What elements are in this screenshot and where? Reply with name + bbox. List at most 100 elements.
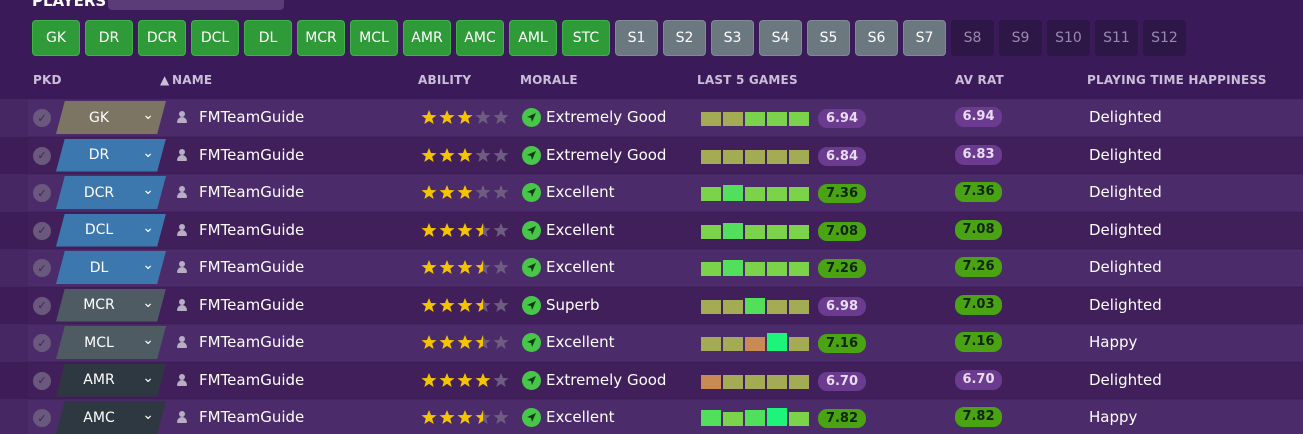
position-button-stc[interactable]: STC: [562, 20, 610, 56]
player-row[interactable]: ✓ DR ⌄ FMTeamGuide Extremely Good 6.84 6.83 Del…: [0, 136, 1303, 174]
position-label: DR: [88, 147, 110, 163]
chevron-down-icon: ⌄: [142, 369, 154, 386]
pick-check-icon[interactable]: ✓: [33, 146, 51, 165]
game-rating-bar: [723, 299, 743, 314]
star-icon: [421, 410, 437, 424]
position-dropdown[interactable]: MCR ⌄: [56, 288, 166, 322]
position-button-s7[interactable]: S7: [903, 20, 946, 56]
position-dropdown[interactable]: MCL ⌄: [56, 326, 166, 359]
player-row[interactable]: ✓ DCL ⌄ FMTeamGuide Excellent 7.08 7.08 Delight…: [0, 211, 1303, 249]
position-dropdown[interactable]: DCL ⌄: [56, 213, 166, 247]
player-name[interactable]: FMTeamGuide: [199, 146, 304, 164]
pick-check-icon[interactable]: ✓: [33, 296, 51, 315]
player-name[interactable]: FMTeamGuide: [199, 183, 304, 201]
position-button-s4[interactable]: S4: [759, 20, 802, 56]
chevron-down-icon: ⌄: [142, 332, 154, 348]
position-button-mcl[interactable]: MCL: [350, 20, 398, 56]
player-name[interactable]: FMTeamGuide: [199, 221, 304, 239]
player-row[interactable]: ✓ GK ⌄ FMTeamGuide Extremely Good 6.94 6.94 Del…: [0, 99, 1303, 137]
star-icon: [421, 372, 437, 387]
morale-arrow-icon: [522, 145, 541, 165]
pick-check-icon[interactable]: ✓: [33, 221, 51, 240]
position-button-s5[interactable]: S5: [807, 20, 850, 56]
position-button-aml[interactable]: AML: [509, 20, 557, 56]
position-button-dcr[interactable]: DCR: [138, 20, 186, 56]
position-button-dr[interactable]: DR: [85, 20, 133, 56]
game-rating-bar: [767, 374, 787, 389]
position-button-s6[interactable]: S6: [855, 20, 898, 56]
game-rating-bar: [767, 262, 787, 276]
position-dropdown[interactable]: DCR ⌄: [56, 176, 166, 209]
position-button-s12[interactable]: S12: [1143, 20, 1186, 56]
pick-check-icon[interactable]: ✓: [33, 409, 51, 427]
ability-stars: [421, 297, 511, 313]
pick-check-icon[interactable]: ✓: [33, 184, 51, 202]
pick-check-icon[interactable]: ✓: [33, 371, 51, 390]
star-icon: [421, 297, 437, 312]
player-row[interactable]: ✓ DCR ⌄ FMTeamGuide Excellent 7.36 7.36 Delight…: [0, 174, 1303, 212]
position-dropdown[interactable]: DR ⌄: [56, 138, 166, 172]
star-icon: [457, 410, 473, 424]
view-selector[interactable]: [108, 0, 284, 10]
position-button-s3[interactable]: S3: [711, 20, 754, 56]
col-avrat[interactable]: AV RAT: [955, 73, 1004, 87]
morale-text: Excellent: [546, 333, 615, 351]
star-icon: [421, 147, 437, 162]
pick-check-icon[interactable]: ✓: [33, 334, 51, 352]
player-row[interactable]: ✓ DL ⌄ FMTeamGuide Excellent 7.26 7.26 Delighte…: [0, 249, 1303, 287]
game-rating-bar: [789, 262, 809, 276]
player-name[interactable]: FMTeamGuide: [199, 333, 304, 351]
position-dropdown[interactable]: AMR ⌄: [56, 363, 166, 397]
position-button-s10[interactable]: S10: [1047, 20, 1090, 56]
star-icon: [421, 335, 437, 349]
star-icon: [475, 110, 491, 124]
position-dropdown[interactable]: DL ⌄: [56, 251, 166, 284]
morale-arrow-icon: [522, 408, 541, 427]
position-label: AMR: [83, 372, 115, 388]
position-button-mcr[interactable]: MCR: [297, 20, 345, 56]
position-button-amr[interactable]: AMR: [403, 20, 451, 56]
sort-up-icon[interactable]: ▲: [160, 73, 169, 87]
col-pkd[interactable]: PKD: [33, 73, 62, 87]
col-name[interactable]: NAME: [172, 73, 212, 87]
player-name[interactable]: FMTeamGuide: [199, 408, 304, 426]
pick-check-icon[interactable]: ✓: [33, 259, 51, 277]
player-row[interactable]: ✓ MCL ⌄ FMTeamGuide Excellent 7.16 7.16 Happy: [0, 324, 1303, 362]
person-icon: [176, 148, 188, 162]
position-button-s1[interactable]: S1: [615, 20, 658, 56]
position-button-s11[interactable]: S11: [1095, 20, 1138, 56]
player-name[interactable]: FMTeamGuide: [199, 108, 304, 126]
ability-stars: [421, 184, 511, 200]
position-dropdown[interactable]: AMC ⌄: [56, 401, 166, 434]
morale-arrow-icon: [522, 295, 541, 315]
position-button-dl[interactable]: DL: [244, 20, 292, 56]
person-icon: [176, 261, 188, 274]
col-ability[interactable]: ABILITY: [418, 73, 471, 87]
game-rating-bar: [789, 337, 809, 351]
col-morale[interactable]: MORALE: [520, 73, 578, 87]
star-icon: [439, 297, 455, 312]
player-row[interactable]: ✓ MCR ⌄ FMTeamGuide Superb 6.98 7.03 Delighted: [0, 286, 1303, 324]
position-button-gk[interactable]: GK: [32, 20, 80, 56]
playing-time-happiness: Delighted: [1089, 258, 1162, 276]
playing-time-happiness: Delighted: [1089, 145, 1162, 164]
star-icon: [475, 147, 491, 162]
morale-text: Extremely Good: [546, 370, 667, 389]
position-button-s2[interactable]: S2: [663, 20, 706, 56]
position-button-dcl[interactable]: DCL: [191, 20, 239, 56]
pick-check-icon[interactable]: ✓: [33, 109, 51, 127]
col-happiness[interactable]: PLAYING TIME HAPPINESS: [1087, 73, 1267, 87]
position-dropdown[interactable]: GK ⌄: [56, 101, 166, 134]
player-name[interactable]: FMTeamGuide: [199, 258, 304, 276]
player-name[interactable]: FMTeamGuide: [199, 371, 304, 389]
star-icon: [421, 222, 437, 237]
player-row[interactable]: ✓ AMR ⌄ FMTeamGuide Extremely Good 6.70 6.70 De…: [0, 361, 1303, 399]
player-row[interactable]: ✓ AMC ⌄ FMTeamGuide Excellent 7.82 7.82 Happy: [0, 399, 1303, 434]
game-rating-bar: [745, 337, 765, 351]
position-button-s8[interactable]: S8: [951, 20, 994, 56]
position-button-s9[interactable]: S9: [999, 20, 1042, 56]
position-button-amc[interactable]: AMC: [456, 20, 504, 56]
person-icon: [176, 186, 188, 199]
player-name[interactable]: FMTeamGuide: [199, 296, 304, 314]
col-last5[interactable]: LAST 5 GAMES: [697, 73, 798, 87]
